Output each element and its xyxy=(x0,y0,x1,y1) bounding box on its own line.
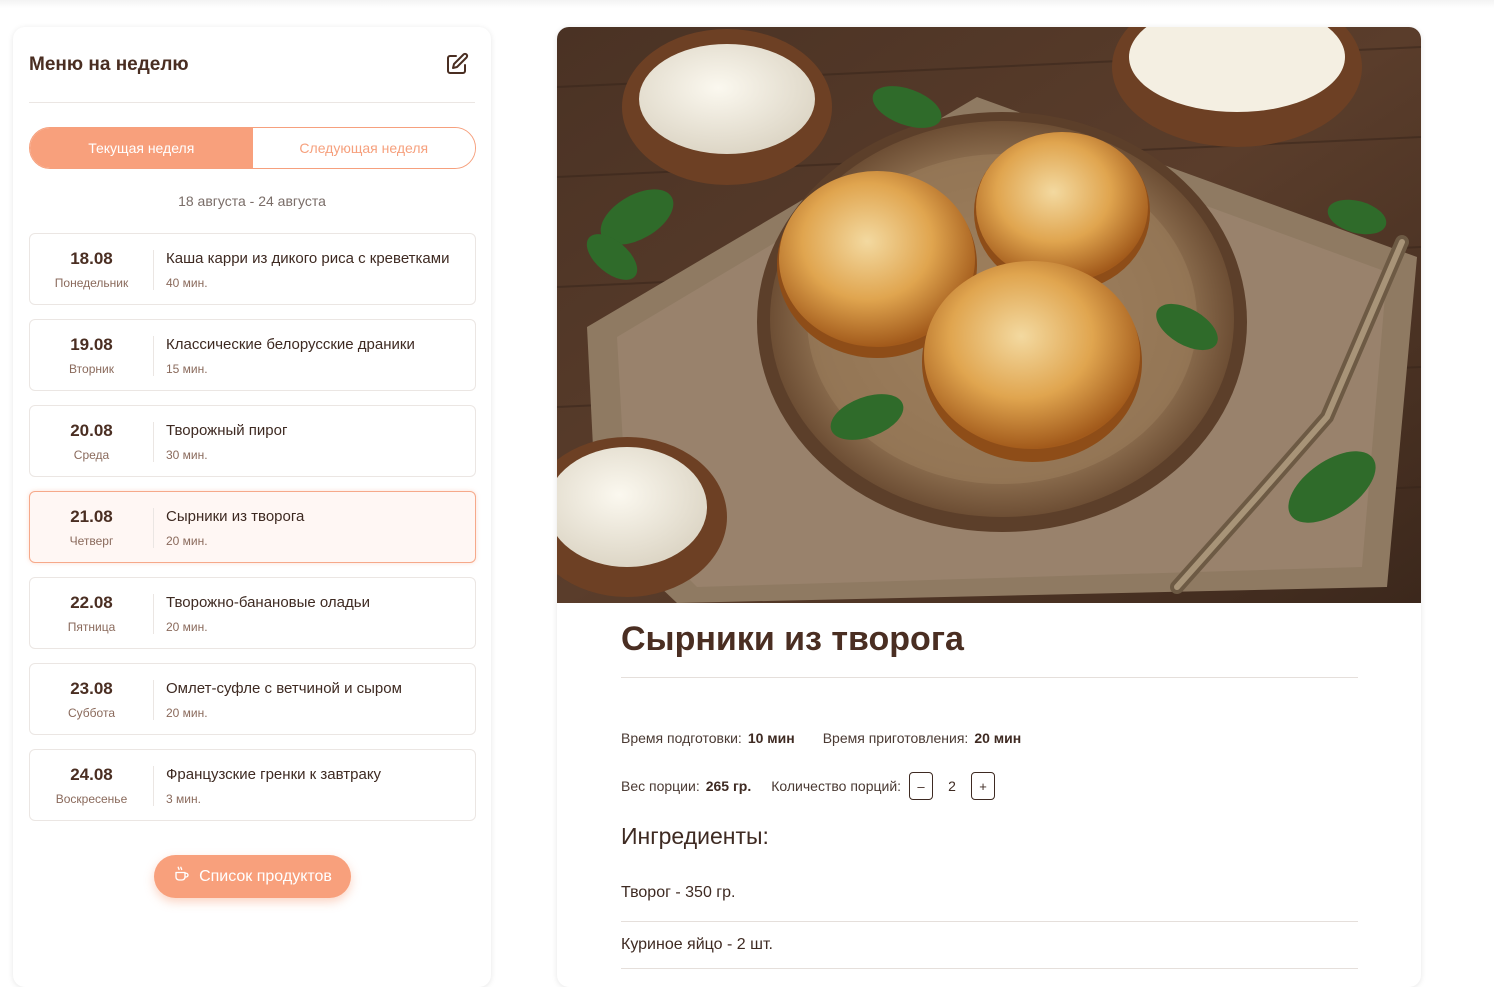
day-date: 18.08 xyxy=(70,249,113,268)
day-recipe-title: Омлет-суфле с ветчиной и сыром xyxy=(166,680,402,697)
ingredients-title: Ингредиенты: xyxy=(621,823,769,849)
shopping-list-button[interactable]: Список продуктов xyxy=(154,855,351,898)
day-card-thursday[interactable]: 21.08 Четверг Сырники из творога 20 мин. xyxy=(29,491,476,563)
recipe-photo xyxy=(557,27,1421,603)
edit-icon[interactable] xyxy=(445,52,469,76)
portion-weight-label: Вес порции: xyxy=(621,778,700,794)
day-date: 20.08 xyxy=(70,421,113,440)
ingredients-list: Творог - 350 гр. Куриное яйцо - 2 шт. xyxy=(621,875,1358,969)
ingredient-item: Творог - 350 гр. xyxy=(621,875,1358,922)
week-toggle: Текущая неделя Следующая неделя xyxy=(29,127,476,169)
day-date: 22.08 xyxy=(70,593,113,612)
day-card-friday[interactable]: 22.08 Пятница Творожно-банановые оладьи … xyxy=(29,577,476,649)
day-date: 23.08 xyxy=(70,679,113,698)
day-recipe-title: Творожный пирог xyxy=(166,422,288,439)
tab-next-week[interactable]: Следующая неделя xyxy=(252,128,475,168)
divider xyxy=(153,766,154,806)
time-row: Время подготовки: 10 мин Время приготовл… xyxy=(621,730,1021,746)
day-weekday: Пятница xyxy=(67,620,116,634)
day-date: 21.08 xyxy=(70,507,113,526)
divider xyxy=(153,336,154,376)
day-card-monday[interactable]: 18.08 Понедельник Каша карри из дикого р… xyxy=(29,233,476,305)
day-recipe-time: 20 мин. xyxy=(166,534,208,548)
divider xyxy=(153,680,154,720)
day-weekday: Суббота xyxy=(68,706,115,720)
day-recipe-time: 20 мин. xyxy=(166,706,208,720)
portion-weight-value: 265 гр. xyxy=(705,778,752,794)
servings-decrease-button[interactable]: – xyxy=(909,772,934,800)
divider xyxy=(153,594,154,634)
tab-current-week[interactable]: Текущая неделя xyxy=(30,128,253,168)
day-recipe-title: Классические белорусские драники xyxy=(166,336,415,353)
cook-time-label: Время приготовления: xyxy=(822,730,969,746)
day-card-sunday[interactable]: 24.08 Воскресенье Французские гренки к з… xyxy=(29,749,476,821)
day-date: 24.08 xyxy=(70,765,113,784)
top-strip xyxy=(0,0,1494,8)
recipe-title: Сырники из творога xyxy=(621,620,964,658)
day-recipe-time: 30 мин. xyxy=(166,448,208,462)
day-weekday: Четверг xyxy=(69,534,114,548)
day-list: 18.08 Понедельник Каша карри из дикого р… xyxy=(29,233,476,835)
day-recipe-title: Творожно-банановые оладьи xyxy=(166,594,370,611)
day-weekday: Понедельник xyxy=(54,276,129,290)
day-card-tuesday[interactable]: 19.08 Вторник Классические белорусские д… xyxy=(29,319,476,391)
prep-time-label: Время подготовки: xyxy=(621,730,742,746)
date-range: 18 августа - 24 августа xyxy=(178,193,326,209)
day-weekday: Воскресенье xyxy=(55,792,128,806)
day-weekday: Среда xyxy=(73,448,110,462)
recipe-panel: Сырники из творога Время подготовки: 10 … xyxy=(557,27,1421,987)
weekly-menu-sidebar: Меню на неделю Текущая неделя Следующая … xyxy=(13,27,491,987)
day-recipe-time: 3 мин. xyxy=(166,792,201,806)
day-recipe-time: 20 мин. xyxy=(166,620,208,634)
day-recipe-title: Сырники из творога xyxy=(166,508,305,525)
day-recipe-time: 40 мин. xyxy=(166,276,208,290)
portion-row: Вес порции: 265 гр. Количество порций: –… xyxy=(621,772,996,800)
day-date: 19.08 xyxy=(70,335,113,354)
divider xyxy=(153,422,154,462)
divider xyxy=(621,677,1358,678)
day-recipe-time: 15 мин. xyxy=(166,362,208,376)
day-weekday: Вторник xyxy=(69,362,114,376)
servings-increase-button[interactable]: + xyxy=(971,772,996,800)
cook-time-value: 20 мин xyxy=(974,730,1022,746)
sidebar-header: Меню на неделю xyxy=(29,27,475,103)
day-card-saturday[interactable]: 23.08 Суббота Омлет-суфле с ветчиной и с… xyxy=(29,663,476,735)
cup-icon xyxy=(173,865,191,888)
servings-label: Количество порций: xyxy=(771,778,902,794)
divider xyxy=(153,250,154,290)
sidebar-title: Меню на неделю xyxy=(29,54,189,75)
divider xyxy=(153,508,154,548)
day-recipe-title: Французские гренки к завтраку xyxy=(166,766,382,783)
shopping-list-label: Список продуктов xyxy=(199,867,332,885)
day-card-wednesday[interactable]: 20.08 Среда Творожный пирог 30 мин. xyxy=(29,405,476,477)
ingredient-item: Куриное яйцо - 2 шт. xyxy=(621,922,1358,969)
servings-value: 2 xyxy=(948,778,956,794)
prep-time-value: 10 мин xyxy=(747,730,795,746)
day-recipe-title: Каша карри из дикого риса с креветками xyxy=(166,250,450,267)
